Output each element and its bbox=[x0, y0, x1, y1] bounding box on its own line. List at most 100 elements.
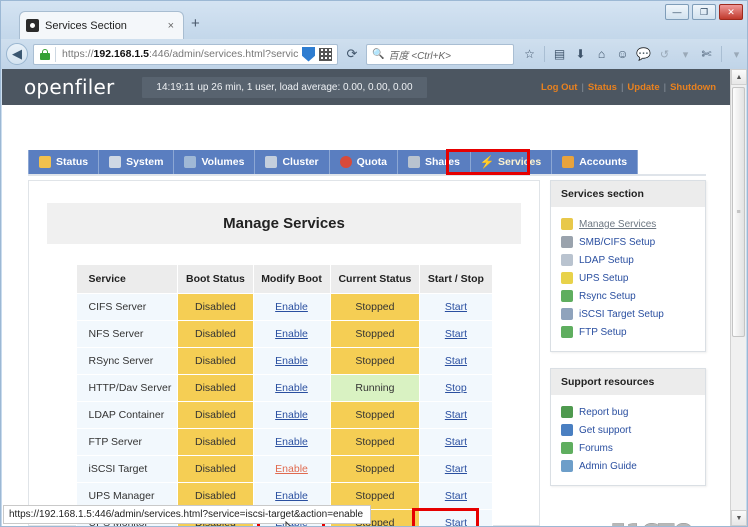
sidebar-item[interactable]: SMB/CIFS Setup bbox=[561, 233, 699, 251]
modify-boot-link[interactable]: Enable bbox=[275, 328, 308, 340]
url-bar[interactable]: https://192.168.1.5:446/admin/services.h… bbox=[33, 43, 338, 65]
toolbar-divider bbox=[544, 46, 545, 62]
sidebar-item[interactable]: UPS Setup bbox=[561, 269, 699, 287]
modify-boot-link[interactable]: Enable bbox=[275, 436, 308, 448]
download-arrow-icon[interactable]: ⬇ bbox=[571, 44, 590, 64]
cut-scissors-icon[interactable]: ✄ bbox=[697, 44, 716, 64]
cell-modify-boot: Enable bbox=[252, 320, 331, 348]
nav-tab-status[interactable]: Status bbox=[28, 150, 100, 174]
sidebar-item-label[interactable]: Forums bbox=[579, 443, 613, 454]
nav-tab-services[interactable]: ⚡ Services bbox=[471, 150, 553, 174]
sidebar-item[interactable]: Rsync Setup bbox=[561, 287, 699, 305]
sidebar-item[interactable]: Forums bbox=[561, 439, 699, 457]
modify-boot-link[interactable]: Enable bbox=[275, 463, 308, 475]
start-stop-link[interactable]: Start bbox=[445, 409, 467, 421]
nav-tab-system[interactable]: System bbox=[99, 150, 175, 174]
qr-code-icon[interactable] bbox=[319, 47, 332, 61]
main-content-panel: Manage Services Service Boot Status Modi… bbox=[28, 180, 540, 526]
sidebar-item[interactable]: Get support bbox=[561, 421, 699, 439]
sidebar-item-label[interactable]: Manage Services bbox=[579, 219, 656, 230]
browser-toolbar-icons: ☆ ▤ ⬇ ⌂ ☺ 💬 ↺ ▾ ✄ ▾ ☰ bbox=[520, 44, 748, 64]
shares-icon bbox=[407, 156, 420, 168]
home-icon[interactable]: ⌂ bbox=[592, 44, 611, 64]
nav-tab-quota[interactable]: Quota bbox=[329, 150, 398, 174]
sidebar-item-label[interactable]: iSCSI Target Setup bbox=[579, 309, 664, 320]
back-arrow-icon[interactable]: ◀ bbox=[6, 43, 28, 65]
sidebar-item[interactable]: FTP Setup bbox=[561, 323, 699, 341]
smiley-face-icon[interactable]: ☺ bbox=[613, 44, 632, 64]
page-scrollbar[interactable]: ▲ ≡ ▼ bbox=[730, 69, 747, 526]
nav-tab-cluster[interactable]: Cluster bbox=[255, 150, 330, 174]
start-stop-link[interactable]: Start bbox=[445, 355, 467, 367]
start-stop-link[interactable]: Start bbox=[445, 328, 467, 340]
sidebar-item[interactable]: LDAP Setup bbox=[561, 251, 699, 269]
modify-boot-link[interactable]: Enable bbox=[275, 409, 308, 421]
cell-service-name: NFS Server bbox=[75, 320, 179, 348]
sidebar-item-label[interactable]: LDAP Setup bbox=[579, 255, 634, 266]
forums-icon bbox=[561, 442, 573, 454]
page-viewport: openfiler 14:19:11 up 26 min, 1 user, lo… bbox=[2, 69, 732, 526]
table-row: FTP Server Disabled Enable Stopped Start bbox=[75, 428, 493, 456]
start-stop-link[interactable]: Stop bbox=[445, 382, 467, 394]
scroll-down-arrow-icon[interactable]: ▼ bbox=[731, 510, 747, 526]
modify-boot-link[interactable]: Enable bbox=[275, 301, 308, 313]
cell-boot-status: Disabled bbox=[177, 401, 254, 429]
sidebar-item[interactable]: Manage Services bbox=[561, 215, 699, 233]
sidebar-item-label[interactable]: Rsync Setup bbox=[579, 291, 636, 302]
nav-tab-label: Shares bbox=[424, 156, 460, 168]
sidebar-item-label[interactable]: Get support bbox=[579, 425, 631, 436]
start-stop-link[interactable]: Start bbox=[445, 436, 467, 448]
modify-boot-link[interactable]: Enable bbox=[275, 490, 308, 502]
update-link[interactable]: Update bbox=[627, 82, 659, 93]
minimize-button[interactable]: — bbox=[665, 4, 689, 20]
sidebar-item-label[interactable]: Report bug bbox=[579, 407, 628, 418]
shield-icon[interactable] bbox=[302, 46, 315, 62]
sidebar-item[interactable]: Admin Guide bbox=[561, 457, 699, 475]
start-stop-link[interactable]: Start bbox=[445, 490, 467, 502]
reload-icon[interactable]: ⟳ bbox=[342, 44, 362, 65]
nav-tab-shares[interactable]: Shares bbox=[397, 150, 471, 174]
scroll-up-arrow-icon[interactable]: ▲ bbox=[731, 69, 747, 85]
cell-start-stop: Start bbox=[419, 401, 493, 429]
start-stop-link[interactable]: Start bbox=[445, 301, 467, 313]
start-stop-link[interactable]: Start bbox=[445, 463, 467, 475]
table-row: iSCSI Target Disabled Enable Stopped Start bbox=[75, 455, 493, 483]
nav-tab-label: Status bbox=[56, 156, 89, 168]
bookmark-star-icon[interactable]: ☆ bbox=[520, 44, 539, 64]
scrollbar-thumb[interactable]: ≡ bbox=[732, 87, 745, 337]
browser-tab[interactable]: Services Section × bbox=[19, 11, 184, 39]
sidebar-item-label[interactable]: SMB/CIFS Setup bbox=[579, 237, 655, 248]
chat-bubble-icon[interactable]: 💬 bbox=[634, 44, 653, 64]
close-window-button[interactable]: ✕ bbox=[719, 4, 743, 20]
cell-boot-status: Disabled bbox=[177, 455, 254, 483]
column-header-boot-status: Boot Status bbox=[177, 264, 254, 294]
column-header-start-stop: Start / Stop bbox=[419, 264, 493, 294]
search-input[interactable]: 🔍 百度 <Ctrl+K> bbox=[366, 43, 514, 65]
close-icon[interactable]: × bbox=[165, 20, 177, 32]
nav-tab-volumes[interactable]: Volumes bbox=[174, 150, 256, 174]
maximize-button[interactable]: ❐ bbox=[692, 4, 716, 20]
modify-boot-link[interactable]: Enable bbox=[275, 382, 308, 394]
cell-service-name: CIFS Server bbox=[75, 293, 179, 321]
chevron-down-icon[interactable]: ▾ bbox=[727, 44, 746, 64]
status-link[interactable]: Status bbox=[588, 82, 617, 93]
shutdown-link[interactable]: Shutdown bbox=[670, 82, 716, 93]
search-placeholder: 百度 <Ctrl+K> bbox=[388, 50, 451, 62]
sidebar-item[interactable]: Report bug bbox=[561, 403, 699, 421]
start-stop-link[interactable]: Start bbox=[445, 517, 467, 526]
openfiler-logo: openfiler bbox=[24, 75, 115, 99]
sidebar-item-label[interactable]: UPS Setup bbox=[579, 273, 628, 284]
nav-tab-accounts[interactable]: Accounts bbox=[552, 150, 639, 174]
new-tab-button[interactable]: + bbox=[191, 16, 200, 31]
sidebar-item[interactable]: iSCSI Target Setup bbox=[561, 305, 699, 323]
reader-list-icon[interactable]: ▤ bbox=[550, 44, 569, 64]
sidebar-item-label[interactable]: Admin Guide bbox=[579, 461, 637, 472]
window-controls: — ❐ ✕ bbox=[665, 4, 743, 20]
ftp-icon bbox=[561, 326, 573, 338]
log-out-link[interactable]: Log Out bbox=[541, 82, 577, 93]
undo-arrow-icon[interactable]: ↺ bbox=[655, 44, 674, 64]
sidebar-item-label[interactable]: FTP Setup bbox=[579, 327, 627, 338]
modify-boot-link[interactable]: Enable bbox=[275, 355, 308, 367]
chevron-down-icon[interactable]: ▾ bbox=[676, 44, 695, 64]
cell-service-name: LDAP Container bbox=[75, 401, 179, 429]
